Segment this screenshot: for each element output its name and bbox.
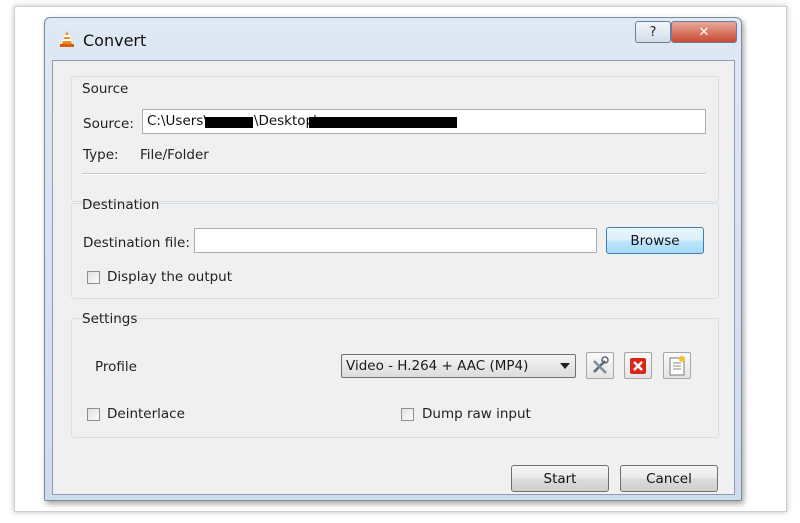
source-input[interactable]: C:\Users\ \Desktop\ bbox=[142, 109, 706, 134]
profile-select[interactable]: Video - H.264 + AAC (MP4) bbox=[341, 354, 576, 378]
display-output-label: Display the output bbox=[107, 269, 233, 285]
destination-file-label: Destination file: bbox=[83, 235, 190, 251]
destination-group-title: Destination bbox=[82, 197, 160, 213]
dump-raw-checkbox[interactable] bbox=[401, 408, 414, 421]
new-profile-icon bbox=[669, 355, 685, 375]
dialog-body: Source Source: C:\Users\ \Desktop\ Type: … bbox=[52, 60, 735, 495]
convert-dialog: Convert ? ✕ Source Source: C:\Users\ \Des… bbox=[44, 17, 742, 501]
help-button[interactable]: ? bbox=[635, 21, 671, 43]
redaction-bar bbox=[205, 117, 253, 128]
redaction-bar bbox=[309, 117, 457, 128]
profile-label: Profile bbox=[95, 359, 137, 375]
cancel-button[interactable]: Cancel bbox=[620, 465, 718, 492]
type-value: File/Folder bbox=[140, 147, 209, 163]
profile-selected-value: Video - H.264 + AAC (MP4) bbox=[346, 358, 529, 374]
source-path-prefix: C:\Users\ bbox=[147, 113, 208, 129]
close-button[interactable]: ✕ bbox=[671, 21, 737, 43]
edit-profile-icon bbox=[593, 355, 609, 374]
type-label: Type: bbox=[83, 147, 119, 163]
source-label: Source: bbox=[83, 116, 134, 132]
title-bar: Convert ? ✕ bbox=[45, 18, 741, 60]
destination-file-input[interactable] bbox=[194, 228, 597, 253]
new-profile-button[interactable] bbox=[663, 352, 691, 379]
source-group bbox=[71, 76, 719, 202]
settings-group-title: Settings bbox=[82, 311, 138, 327]
source-group-title: Source bbox=[82, 81, 129, 97]
dump-raw-label: Dump raw input bbox=[422, 406, 531, 422]
vlc-cone-icon bbox=[60, 31, 74, 47]
chevron-down-icon bbox=[560, 363, 570, 369]
source-divider bbox=[82, 173, 706, 175]
deinterlace-label: Deinterlace bbox=[107, 406, 185, 422]
start-button[interactable]: Start bbox=[511, 465, 609, 492]
window-title: Convert bbox=[83, 31, 147, 50]
browse-button[interactable]: Browse bbox=[606, 227, 704, 254]
delete-profile-button[interactable] bbox=[624, 352, 652, 379]
deinterlace-checkbox[interactable] bbox=[87, 408, 100, 421]
display-output-checkbox[interactable] bbox=[87, 271, 100, 284]
edit-profile-button[interactable] bbox=[586, 352, 614, 379]
delete-profile-icon bbox=[630, 357, 646, 374]
